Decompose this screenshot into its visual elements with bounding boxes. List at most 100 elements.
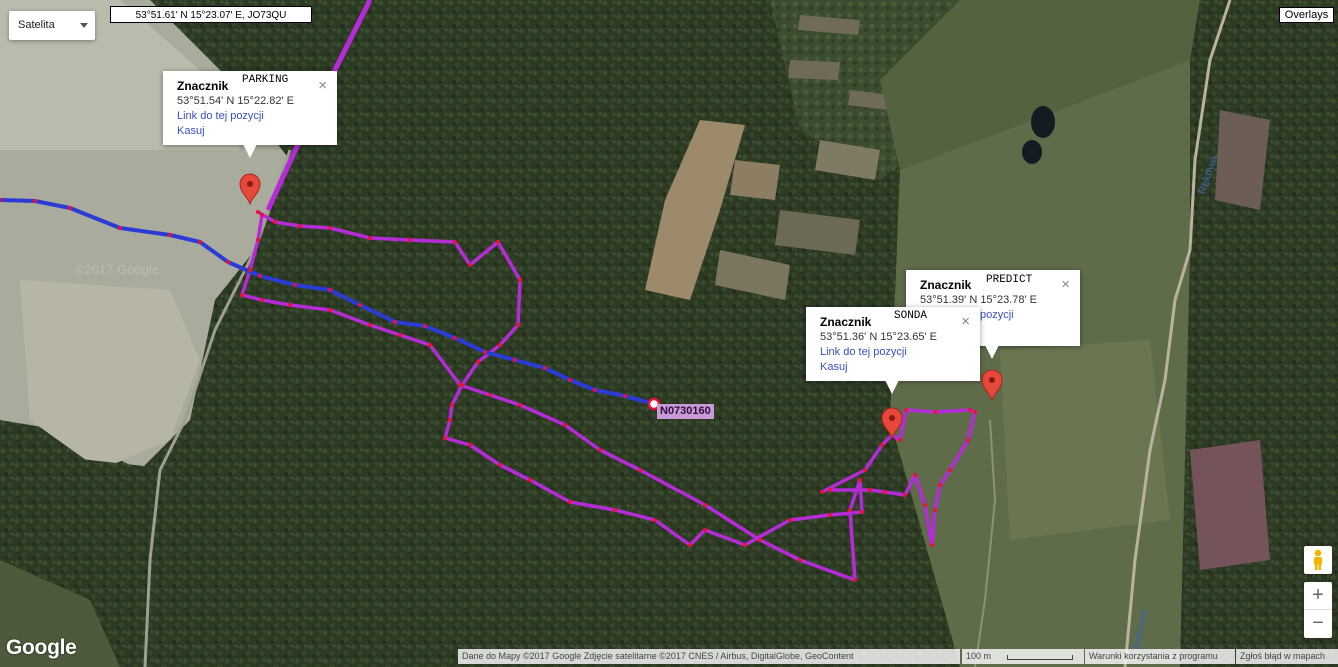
track-point [798, 558, 802, 562]
track-point [468, 263, 472, 267]
info-window-coords: 53°51.36' N 15°23.65' E [820, 331, 937, 343]
info-window-tail [885, 380, 899, 394]
track-point [398, 333, 402, 337]
map-attribution: Dane do Mapy ©2017 Google Zdjęcie sateli… [458, 649, 960, 664]
report-error-link[interactable]: Zgłoś błąd w mapach [1236, 649, 1338, 664]
track-point [488, 393, 492, 397]
track-point [638, 468, 642, 472]
track-point [743, 543, 747, 547]
cursor-coordinates: 53°51.61' N 15°23.07' E, JO73QU [110, 6, 312, 23]
track-point [273, 220, 277, 224]
track-point [933, 508, 937, 512]
map-type-value: Satelita [18, 19, 55, 31]
track-point [828, 488, 832, 492]
info-window-parking: Znacznik PARKING 53°51.54' N 15°22.82' E… [163, 71, 337, 158]
track-point [568, 378, 572, 382]
track-point [598, 448, 602, 452]
track-point [828, 513, 832, 517]
track-point [428, 343, 432, 347]
track-point [948, 468, 952, 472]
info-window-tail [985, 345, 999, 359]
track-point [498, 463, 502, 467]
track-point [260, 213, 264, 217]
track-point [453, 336, 457, 340]
track-point [453, 240, 457, 244]
track-point [703, 528, 707, 532]
track-point [973, 410, 977, 414]
track-point [613, 508, 617, 512]
track-point [653, 518, 657, 522]
probe-label[interactable]: N0730160 [657, 404, 714, 419]
track-point [543, 366, 547, 370]
track-point [248, 268, 252, 272]
track-point [328, 308, 332, 312]
track-point [468, 443, 472, 447]
track-point [476, 360, 480, 364]
track-point [298, 224, 302, 228]
info-window-coords: 53°51.39' N 15°23.78' E [920, 294, 1037, 306]
map-watermark: ©2017 Google [75, 262, 159, 277]
close-icon[interactable]: × [961, 314, 970, 329]
track-point [868, 488, 872, 492]
track-point [758, 538, 762, 542]
track-point [443, 436, 447, 440]
track-point [293, 283, 297, 287]
info-window-sonda: Znacznik SONDA 53°51.36' N 15°23.65' E L… [806, 307, 980, 394]
track-point [483, 350, 487, 354]
track-point [408, 238, 412, 242]
track-point [904, 408, 908, 412]
track-point [168, 233, 172, 237]
track-point [256, 210, 260, 214]
track-point [368, 236, 372, 240]
close-icon[interactable]: × [1061, 277, 1070, 292]
track-point [528, 478, 532, 482]
track-point [518, 403, 522, 407]
info-window-tag: PREDICT [986, 274, 1033, 286]
track-point [258, 274, 262, 278]
position-link[interactable]: Link do tej pozycji [820, 345, 968, 360]
track-point [788, 518, 792, 522]
track-point [903, 493, 907, 497]
map-type-select[interactable]: Satelita [9, 11, 95, 40]
terms-link[interactable]: Warunki korzystania z programu [1085, 649, 1235, 664]
overlays-button[interactable]: Overlays [1279, 7, 1334, 23]
track-point [923, 503, 927, 507]
track-point [863, 468, 867, 472]
track-point [913, 473, 917, 477]
track-point [393, 320, 397, 324]
street-view-pegman-icon[interactable] [1304, 546, 1332, 574]
track-point [883, 490, 887, 494]
track-point [933, 410, 937, 414]
track-point [858, 478, 862, 482]
track-point [848, 508, 852, 512]
track-point [820, 490, 824, 494]
track-point [968, 408, 972, 412]
track-point [853, 578, 857, 582]
track-point [288, 303, 292, 307]
delete-link[interactable]: Kasuj [177, 124, 325, 139]
close-icon[interactable]: × [318, 78, 327, 93]
zoom-in-button[interactable]: + [1304, 582, 1332, 610]
track-point [118, 226, 122, 230]
track-point [198, 240, 202, 244]
track-point [368, 323, 372, 327]
track-point [688, 543, 692, 547]
delete-link[interactable]: Kasuj [820, 360, 968, 375]
track-point [68, 206, 72, 210]
track-point [518, 278, 522, 282]
track-point [563, 423, 567, 427]
info-window-tag: SONDA [894, 310, 928, 322]
track-point [880, 443, 884, 447]
track-point [450, 403, 454, 407]
zoom-out-button[interactable]: − [1304, 610, 1332, 637]
track-point [496, 240, 500, 244]
google-logo: Google [6, 636, 77, 659]
track-point [458, 383, 462, 387]
position-link[interactable]: Link do tej pozycji [177, 109, 325, 124]
track-point [593, 388, 597, 392]
track-point [898, 438, 902, 442]
track-point [260, 298, 264, 302]
track-point [513, 358, 517, 362]
track-point [448, 418, 452, 422]
track-point [328, 226, 332, 230]
